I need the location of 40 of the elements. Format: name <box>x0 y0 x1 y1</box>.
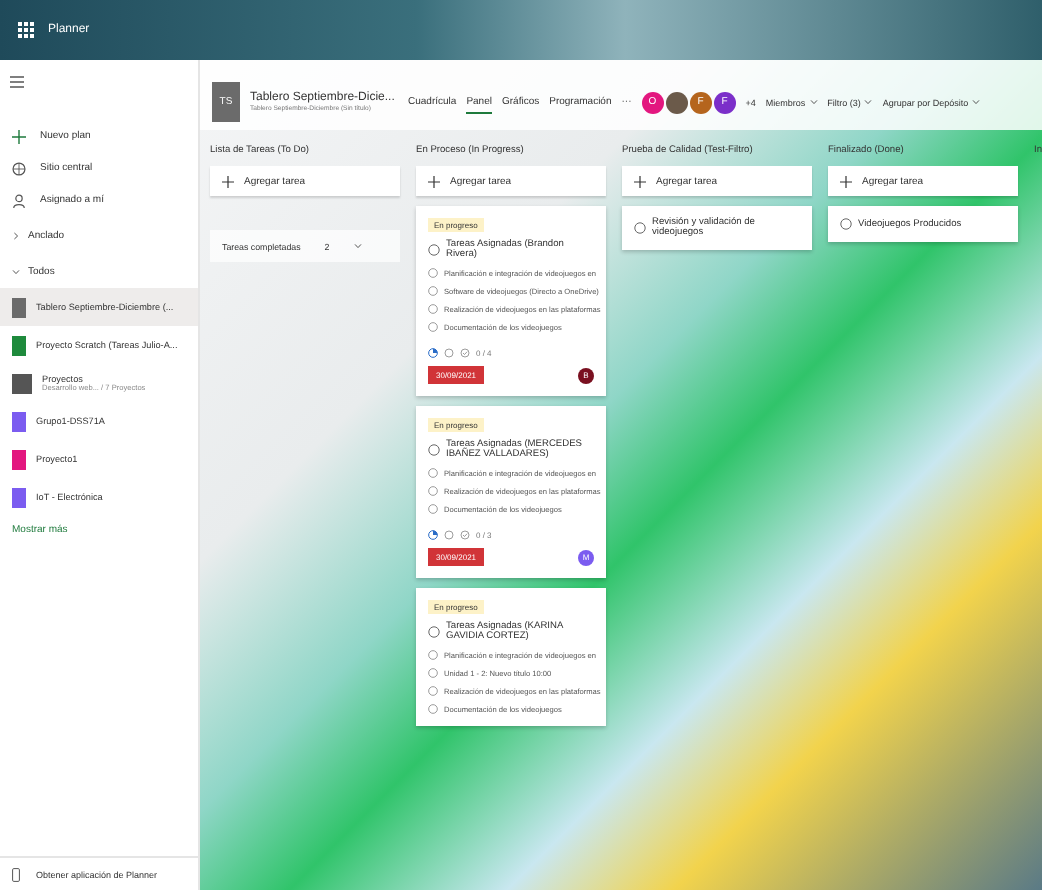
circle-icon[interactable] <box>428 486 438 496</box>
chevron-down-icon <box>353 242 362 250</box>
chevron-down-icon <box>972 98 981 106</box>
complete-circle-icon[interactable] <box>840 218 852 230</box>
globe-icon <box>12 161 26 175</box>
checklist-icon <box>460 348 470 358</box>
app-launcher-icon[interactable] <box>18 22 34 38</box>
complete-circle-icon[interactable] <box>428 444 440 456</box>
plus-icon <box>840 175 852 187</box>
chevron-down-icon <box>12 268 20 276</box>
circle-icon[interactable] <box>428 504 438 514</box>
task-card[interactable] <box>416 206 606 396</box>
chevron-down-icon <box>864 98 873 106</box>
circle-icon[interactable] <box>428 668 438 678</box>
complete-circle-icon[interactable] <box>634 222 646 234</box>
progress-icon <box>428 348 438 358</box>
complete-circle-icon[interactable] <box>428 244 440 256</box>
circle-icon[interactable] <box>428 650 438 660</box>
plus-icon <box>428 175 440 187</box>
progress-icon <box>428 530 438 540</box>
circle-icon[interactable] <box>428 286 438 296</box>
checklist-icon <box>460 530 470 540</box>
plus-icon <box>222 175 234 187</box>
complete-circle-icon[interactable] <box>428 626 440 638</box>
avatar-silhouette[interactable] <box>665 91 688 113</box>
circle-icon[interactable] <box>428 468 438 478</box>
circle-icon[interactable] <box>428 304 438 314</box>
task-card[interactable] <box>416 588 606 726</box>
plus-icon <box>634 175 646 187</box>
task-card[interactable] <box>416 406 606 578</box>
circle-icon[interactable] <box>428 268 438 278</box>
plus-icon <box>12 129 26 143</box>
circle-icon[interactable] <box>428 686 438 696</box>
phone-icon <box>12 868 20 882</box>
chevron-right-icon <box>12 232 20 240</box>
menu-icon[interactable] <box>10 76 24 88</box>
chevron-down-icon <box>809 98 818 106</box>
circle-icon[interactable] <box>428 704 438 714</box>
person-icon <box>12 193 26 207</box>
circle-icon[interactable] <box>428 322 438 332</box>
